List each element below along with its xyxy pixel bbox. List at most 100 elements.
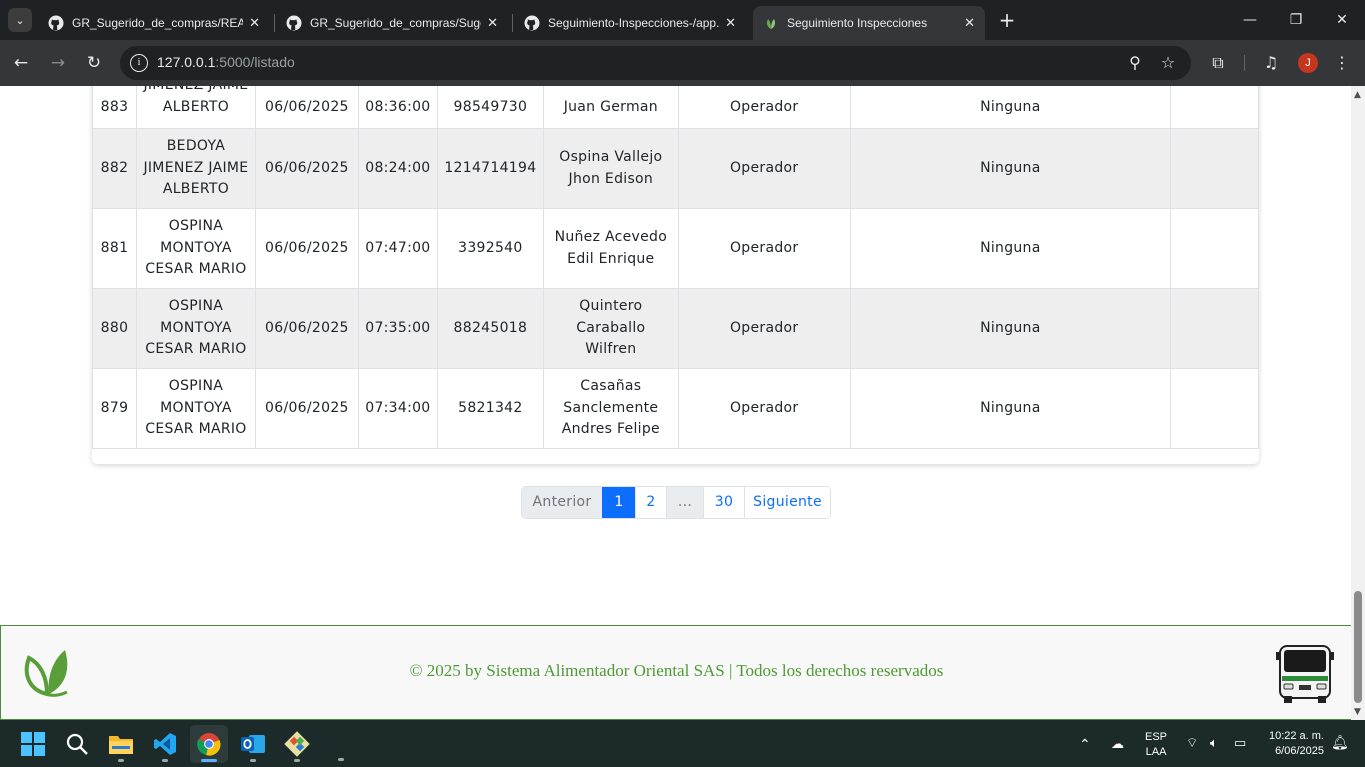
extensions-icon[interactable]: ⧉ <box>1206 51 1230 75</box>
page-30-button[interactable]: 30 <box>703 487 744 518</box>
wifi-icon[interactable]: ⌔ <box>1186 735 1198 751</box>
running-indicator <box>294 759 300 762</box>
search-icon[interactable] <box>58 725 96 763</box>
cell-document: 3392540 <box>436 208 544 289</box>
inspections-table-card: 883JIMENEZ JAIME ALBERTO06/06/202508:36:… <box>92 86 1259 464</box>
chrome-icon[interactable] <box>190 725 228 763</box>
close-icon[interactable]: ✕ <box>249 15 260 31</box>
cell-id: 881 <box>92 208 137 289</box>
github-icon <box>48 15 64 31</box>
cell-inspector: JIMENEZ JAIME ALBERTO <box>135 86 256 129</box>
cell-inspector: OSPINA MONTOYA CESAR MARIO <box>135 288 256 369</box>
language-indicator[interactable]: ESP LAA <box>1145 730 1167 760</box>
windows-start-icon[interactable] <box>14 725 52 763</box>
cell-role: Operador <box>677 128 851 209</box>
browser-tab-3[interactable]: Seguimiento-Inspecciones-/app.py ✕ <box>514 6 746 40</box>
cell-role: Operador <box>677 288 851 369</box>
url-text[interactable]: 127.0.0.1:5000/listado <box>157 54 295 70</box>
running-indicator <box>162 759 168 762</box>
minimize-button[interactable]: — <box>1238 8 1262 32</box>
close-icon[interactable]: ✕ <box>487 15 498 31</box>
new-tab-button[interactable]: + <box>996 8 1018 32</box>
cell-role: Operador <box>677 86 851 129</box>
notification-bell-icon[interactable]: 🔔︎ <box>1331 734 1349 751</box>
address-bar[interactable]: i 127.0.0.1:5000/listado ⚲ ☆ <box>120 46 1191 80</box>
clock[interactable]: 10:22 a. m. 6/06/2025 <box>1266 729 1324 759</box>
reload-button[interactable]: ↻ <box>82 51 106 75</box>
vscode-icon[interactable] <box>146 725 184 763</box>
browser-menu-icon[interactable]: ⋮ <box>1330 51 1354 75</box>
close-icon[interactable]: ✕ <box>964 15 975 31</box>
cell-date: 06/06/2025 <box>254 128 359 209</box>
cell-id: 879 <box>92 368 137 449</box>
browser-tab-1[interactable]: GR_Sugerido_de_compras/README ✕ <box>38 6 270 40</box>
table-row: 880 OSPINA MONTOYA CESAR MARIO 06/06/2025 0… <box>92 288 1259 369</box>
zoom-icon[interactable]: ⚲ <box>1125 53 1145 73</box>
volume-icon[interactable]: 🔈︎ <box>1210 735 1218 751</box>
tab-search-button[interactable]: ⌄ <box>8 8 32 32</box>
forward-button[interactable]: → <box>46 51 70 75</box>
back-button[interactable]: ← <box>9 51 33 75</box>
scroll-down-arrow-icon[interactable]: ▼ <box>1354 707 1361 717</box>
url-host: 127.0.0.1 <box>157 54 216 70</box>
scroll-thumb[interactable] <box>1354 591 1362 703</box>
cell-name: Ospina Vallejo Jhon Edison <box>542 128 679 209</box>
show-hidden-icons-chevron-icon[interactable]: ⌃ <box>1079 736 1091 753</box>
restore-button[interactable]: ❐ <box>1284 8 1308 32</box>
outlook-icon[interactable] <box>234 725 272 763</box>
windows-taskbar: ⌃ ☁ ESP LAA ⌔ 🔈︎ ▭ 10:22 a. m. 6/06/2025… <box>0 720 1365 767</box>
keyboard-layout-code: LAA <box>1145 746 1167 758</box>
site-info-icon[interactable]: i <box>130 54 148 72</box>
browser-tab-2[interactable]: GR_Sugerido_de_compras/Sugerido ✕ <box>276 6 508 40</box>
pagination: Anterior 1 2 ... 30 Siguiente <box>521 486 831 519</box>
file-explorer-icon[interactable] <box>102 725 140 763</box>
cell-role: Operador <box>677 368 851 449</box>
table-row: 879 OSPINA MONTOYA CESAR MARIO 06/06/2025 0… <box>92 368 1259 449</box>
cell-id: 880 <box>92 288 137 369</box>
toolbar-separator <box>1244 55 1245 71</box>
battery-icon[interactable]: ▭ <box>1234 735 1246 751</box>
cell-time: 07:47:00 <box>357 208 438 289</box>
tab-title: GR_Sugerido_de_compras/Sugerido <box>310 16 481 30</box>
scroll-up-arrow-icon[interactable]: ▲ <box>1354 90 1361 100</box>
page-1-button[interactable]: 1 <box>602 487 635 518</box>
close-window-button[interactable]: ✕ <box>1330 8 1354 32</box>
inspections-table: 883JIMENEZ JAIME ALBERTO06/06/202508:36:… <box>92 86 1259 449</box>
running-indicator <box>338 758 344 761</box>
cell-observation: Ninguna <box>849 368 1172 449</box>
running-indicator <box>201 759 217 762</box>
cell-document: 88245018 <box>436 288 544 369</box>
cell-inspector: OSPINA MONTOYA CESAR MARIO <box>135 208 256 289</box>
cell-observation: Ninguna <box>849 288 1172 369</box>
cell-name: Juan German <box>542 86 679 129</box>
browser-tab-active[interactable]: Seguimiento Inspecciones ✕ <box>753 6 985 40</box>
profile-avatar[interactable]: J <box>1298 53 1318 73</box>
cell-observation: Ninguna <box>849 128 1172 209</box>
github-icon <box>286 15 302 31</box>
cell-date: 06/06/2025 <box>254 86 359 129</box>
cell-document: 98549730 <box>436 86 544 129</box>
close-icon[interactable]: ✕ <box>725 15 736 31</box>
page-next-button[interactable]: Siguiente <box>744 487 830 518</box>
table-row: 883JIMENEZ JAIME ALBERTO06/06/202508:36:… <box>92 86 1259 129</box>
git-icon[interactable] <box>278 725 316 763</box>
clock-time: 10:22 a. m. <box>1268 730 1324 742</box>
cell-name: Casañas Sanclemente Andres Felipe <box>542 368 679 449</box>
onedrive-offline-icon[interactable]: ☁ <box>1111 736 1124 752</box>
page-prev-button[interactable]: Anterior <box>522 487 602 518</box>
bookmark-star-icon[interactable]: ☆ <box>1158 53 1178 73</box>
cell-date: 06/06/2025 <box>254 368 359 449</box>
clock-date: 6/06/2025 <box>1275 745 1324 757</box>
tab-title: GR_Sugerido_de_compras/README <box>72 16 244 30</box>
cell-time: 08:36:00 <box>357 86 438 129</box>
bus-logo-icon <box>1276 645 1334 703</box>
page-2-button[interactable]: 2 <box>635 487 666 518</box>
tab-separator <box>512 14 513 32</box>
cell-actions <box>1170 368 1259 449</box>
cell-inspector: OSPINA MONTOYA CESAR MARIO <box>135 368 256 449</box>
cell-document: 1214714194 <box>436 128 544 209</box>
media-control-icon[interactable]: ♫ <box>1259 51 1283 75</box>
page-scrollbar[interactable]: ▲ ▼ <box>1351 86 1365 720</box>
cell-time: 07:35:00 <box>357 288 438 369</box>
cell-observation: Ninguna <box>849 208 1172 289</box>
